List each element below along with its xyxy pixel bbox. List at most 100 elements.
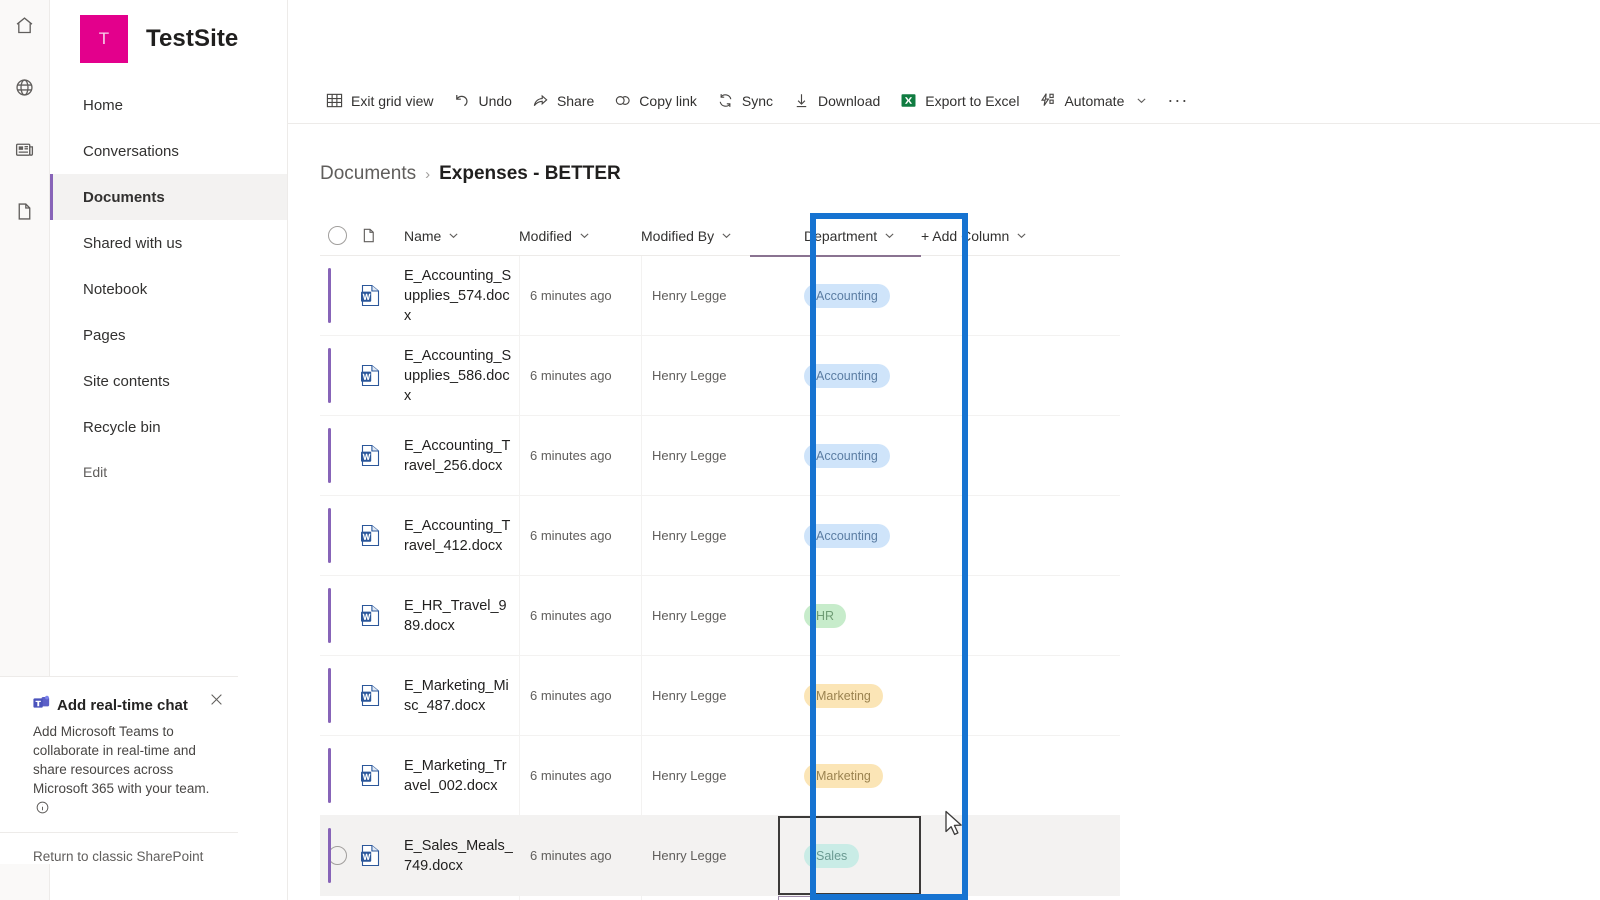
department-cell[interactable]: HR [776,576,911,655]
modified-cell[interactable]: 6 minutes ago [519,816,641,895]
row-select-circle[interactable] [320,816,360,895]
cmd-label: Sync [741,92,774,109]
department-cell[interactable]: Sales [776,896,921,900]
department-cell[interactable]: Accounting [776,496,911,575]
file-icon[interactable] [8,194,42,228]
department-cell[interactable]: Accounting [776,416,911,495]
table-row[interactable]: E_HR_Travel_989.docx 6 minutes ago Henry L… [320,576,1120,656]
edit-nav-button[interactable]: Edit [50,450,287,494]
add-column-cell [911,656,1041,735]
file-name-cell[interactable]: E_Accounting_Supplies_574.docx [404,256,519,335]
nav-label: Notebook [83,280,148,298]
row-select-circle[interactable] [320,416,360,495]
sidebar-item-documents[interactable]: Documents [50,174,287,220]
modified-cell[interactable]: 6 minutes ago [519,736,641,815]
modified-by-cell[interactable]: Henry Legge [641,416,776,495]
department-cell[interactable]: Accounting [776,336,911,415]
sidebar-item-home[interactable]: Home [50,82,287,128]
row-select-circle[interactable] [320,736,360,815]
globe-icon[interactable] [8,70,42,104]
row-checkbox-icon[interactable] [328,846,347,865]
teams-icon [33,695,50,715]
row-select-circle[interactable] [320,896,360,900]
file-name-cell[interactable]: E_Accounting_Travel_256.docx [404,416,519,495]
table-row[interactable]: E_Accounting_Supplies_586.docx 6 minutes … [320,336,1120,416]
table-row[interactable]: E_Accounting_Travel_412.docx 6 minutes ag… [320,496,1120,576]
modified-value: 6 minutes ago [530,688,612,703]
automate-button[interactable]: Automate [1029,82,1157,120]
word-file-icon [360,256,404,335]
modified-by-cell[interactable]: Henry Legge [641,256,776,335]
department-cell[interactable]: Marketing [776,736,911,815]
home-icon[interactable] [8,8,42,42]
select-all-circle-icon[interactable] [320,216,360,256]
modified-by-value: Henry Legge [652,368,727,383]
modified-by-cell[interactable]: Henry Legge [641,576,776,655]
export-to-excel-button[interactable]: Export to Excel [890,82,1029,120]
sidebar-item-recycle-bin[interactable]: Recycle bin [50,404,287,450]
modified-cell[interactable]: 6 minutes ago [519,576,641,655]
sidebar-item-shared-with-us[interactable]: Shared with us [50,220,287,266]
table-row[interactable]: E_Sales_Travel_700.docx6 minutes agoHenr… [320,896,1120,900]
sidebar-item-pages[interactable]: Pages [50,312,287,358]
breadcrumb-current[interactable]: Expenses - BETTER [439,163,621,185]
copy-link-button[interactable]: Copy link [604,82,707,120]
modified-by-value: Henry Legge [652,288,727,303]
file-type-column-icon[interactable] [360,216,404,256]
add-column-button[interactable]: + Add Column [911,216,1041,256]
modified-by-cell[interactable]: Henry Legge [641,736,776,815]
row-select-circle[interactable] [320,496,360,575]
news-icon[interactable] [8,132,42,166]
file-name-cell[interactable]: E_HR_Travel_989.docx [404,576,519,655]
sync-button[interactable]: Sync [707,82,783,120]
modified-by-cell[interactable]: Henry Legge [641,816,776,895]
department-cell[interactable]: Marketing [776,656,911,735]
download-button[interactable]: Download [783,82,890,120]
modified-by-cell[interactable]: Henry Legge [641,656,776,735]
column-header-modified[interactable]: Modified [519,216,641,256]
file-name-cell[interactable]: E_Accounting_Supplies_586.docx [404,336,519,415]
row-select-circle[interactable] [320,336,360,415]
department-cell[interactable]: Accounting [776,256,911,335]
modified-cell[interactable]: 6 minutes ago [519,256,641,335]
breadcrumb-root[interactable]: Documents [320,163,416,185]
modified-by-cell[interactable]: Henry Legge [641,896,776,900]
modified-cell[interactable]: 6 minutes ago [519,416,641,495]
modified-by-cell[interactable]: Henry Legge [641,496,776,575]
file-name-cell[interactable]: E_Sales_Meals_749.docx [404,816,519,895]
column-header-name[interactable]: Name [404,216,519,256]
close-icon[interactable] [206,689,226,709]
sidebar-item-notebook[interactable]: Notebook [50,266,287,312]
file-name-cell[interactable]: E_Marketing_Travel_002.docx [404,736,519,815]
modified-cell[interactable]: 6 minutes ago [519,336,641,415]
row-select-circle[interactable] [320,656,360,735]
department-cell[interactable]: Sales [776,816,921,895]
row-select-circle[interactable] [320,256,360,335]
share-button[interactable]: Share [522,82,604,120]
info-icon[interactable] [36,800,49,819]
row-select-circle[interactable] [320,576,360,655]
table-row[interactable]: E_Marketing_Misc_487.docx 6 minutes ago He… [320,656,1120,736]
sidebar-item-conversations[interactable]: Conversations [50,128,287,174]
modified-by-cell[interactable]: Henry Legge [641,336,776,415]
modified-cell[interactable]: 6 minutes ago [519,656,641,735]
table-row[interactable]: E_Accounting_Supplies_574.docx 6 minutes … [320,256,1120,336]
return-to-classic-sharepoint-link[interactable]: Return to classic SharePoint [0,832,238,864]
column-header-modified-by[interactable]: Modified By [641,216,776,256]
file-name-cell[interactable]: E_Sales_Travel_700.docx [404,896,519,900]
table-row[interactable]: E_Sales_Meals_749.docx 6 minutes ago Henry… [320,816,1120,896]
column-header-department[interactable]: Department [750,216,921,257]
more-commands-button[interactable]: ··· [1157,82,1198,120]
table-row[interactable]: E_Accounting_Travel_256.docx 6 minutes ag… [320,416,1120,496]
undo-button[interactable]: Undo [443,82,521,120]
table-row[interactable]: E_Marketing_Travel_002.docx 6 minutes ago… [320,736,1120,816]
sidebar-item-site-contents[interactable]: Site contents [50,358,287,404]
file-name-cell[interactable]: E_Accounting_Travel_412.docx [404,496,519,575]
modified-cell[interactable]: 6 minutes ago [519,496,641,575]
status-badge: Marketing [804,683,883,708]
modified-value: 6 minutes ago [530,368,612,383]
file-name: E_Accounting_Travel_412.docx [404,517,511,554]
file-name-cell[interactable]: E_Marketing_Misc_487.docx [404,656,519,735]
modified-cell[interactable]: 6 minutes ago [519,896,641,900]
exit-grid-view-button[interactable]: Exit grid view [316,82,443,120]
